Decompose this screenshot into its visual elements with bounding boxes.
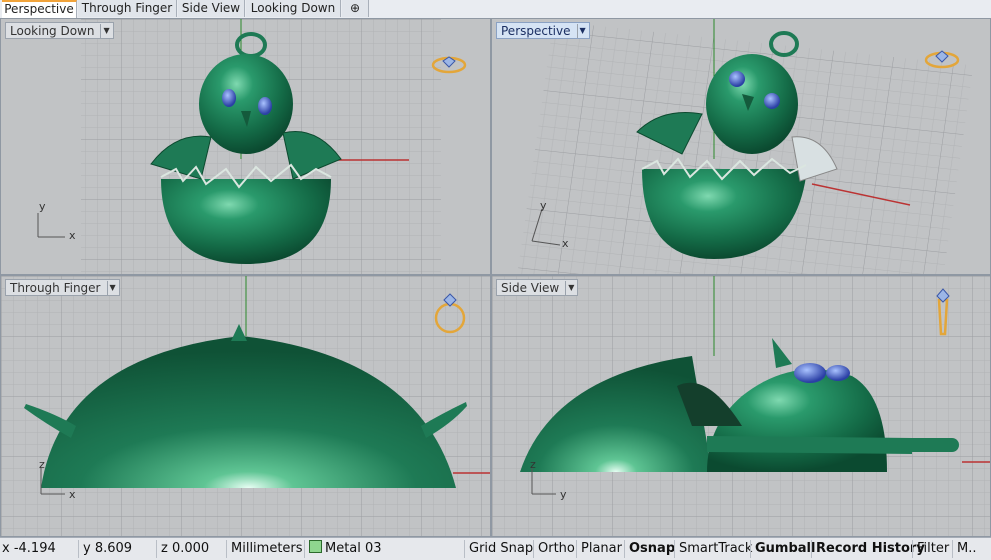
more-toggle[interactable]: M.. xyxy=(952,540,976,558)
ortho-toggle[interactable]: Ortho xyxy=(533,540,575,558)
coordinate-x: x -4.194 xyxy=(2,541,56,556)
axis-label-vertical: z xyxy=(39,458,45,471)
viewport-title-looking-down[interactable]: Looking Down ▼ xyxy=(5,22,114,39)
viewport-perspective[interactable]: y x Perspective ▼ xyxy=(491,18,991,275)
axis-label-horizontal: y xyxy=(560,488,567,501)
axis-label-vertical: z xyxy=(530,458,536,471)
axis-label-horizontal: x xyxy=(69,229,76,242)
tab-through-finger[interactable]: Through Finger xyxy=(78,0,177,17)
tab-side-view[interactable]: Side View xyxy=(178,0,245,17)
planar-toggle[interactable]: Planar xyxy=(576,540,622,558)
viewport-title-text: Looking Down xyxy=(10,23,95,38)
units-label[interactable]: Millimeters xyxy=(226,540,305,558)
viewport-title-text: Perspective xyxy=(501,23,571,38)
record-history-toggle[interactable]: Record History xyxy=(811,540,925,558)
filter-toggle[interactable]: Filter xyxy=(912,540,949,558)
viewport-title-text: Side View xyxy=(501,280,560,295)
coordinate-z: z 0.000 xyxy=(156,540,221,558)
viewport-title-perspective[interactable]: Perspective ▼ xyxy=(496,22,590,39)
coordinate-y: y 8.609 xyxy=(78,540,153,558)
tab-looking-down[interactable]: Looking Down xyxy=(246,0,341,17)
viewport-title-through-finger[interactable]: Through Finger ▼ xyxy=(5,279,120,296)
layer-color-swatch xyxy=(309,540,322,553)
viewport-through-finger[interactable]: z x Through Finger ▼ xyxy=(0,275,491,537)
grid-snap-toggle[interactable]: Grid Snap xyxy=(464,540,533,558)
osnap-toggle[interactable]: Osnap xyxy=(624,540,675,558)
viewport-looking-down[interactable]: y x Looking Down ▼ xyxy=(0,18,491,275)
current-layer[interactable]: Metal 03 xyxy=(304,540,459,558)
viewport-side-view[interactable]: z y Side View ▼ xyxy=(491,275,991,537)
viewport-menu-arrow-icon[interactable]: ▼ xyxy=(565,280,574,295)
viewport-menu-arrow-icon[interactable]: ▼ xyxy=(576,23,586,38)
ring-gem-icon xyxy=(924,50,960,69)
axis-label-vertical: y xyxy=(540,199,547,212)
layer-name: Metal 03 xyxy=(325,541,382,556)
status-bar: x -4.194 y 8.609 z 0.000 Millimeters Met… xyxy=(0,537,991,560)
viewport-title-side-view[interactable]: Side View ▼ xyxy=(496,279,579,296)
gumball-toggle[interactable]: Gumball xyxy=(750,540,815,558)
ring-front-icon xyxy=(434,293,466,334)
ring-gem-icon xyxy=(431,56,467,74)
viewport-tab-bar: Perspective Through Finger Side View Loo… xyxy=(0,0,991,19)
smarttrack-toggle[interactable]: SmartTrack xyxy=(674,540,752,558)
viewport-menu-arrow-icon[interactable]: ▼ xyxy=(106,280,116,295)
viewport-title-text: Through Finger xyxy=(10,280,101,295)
axis-label-horizontal: x xyxy=(562,237,569,250)
add-tab-button[interactable]: ⊕ xyxy=(342,0,369,17)
viewport-menu-arrow-icon[interactable]: ▼ xyxy=(100,23,110,38)
ring-side-icon xyxy=(936,288,950,336)
tab-perspective[interactable]: Perspective xyxy=(2,0,77,18)
axis-label-horizontal: x xyxy=(69,488,76,501)
axis-label-vertical: y xyxy=(39,200,46,213)
